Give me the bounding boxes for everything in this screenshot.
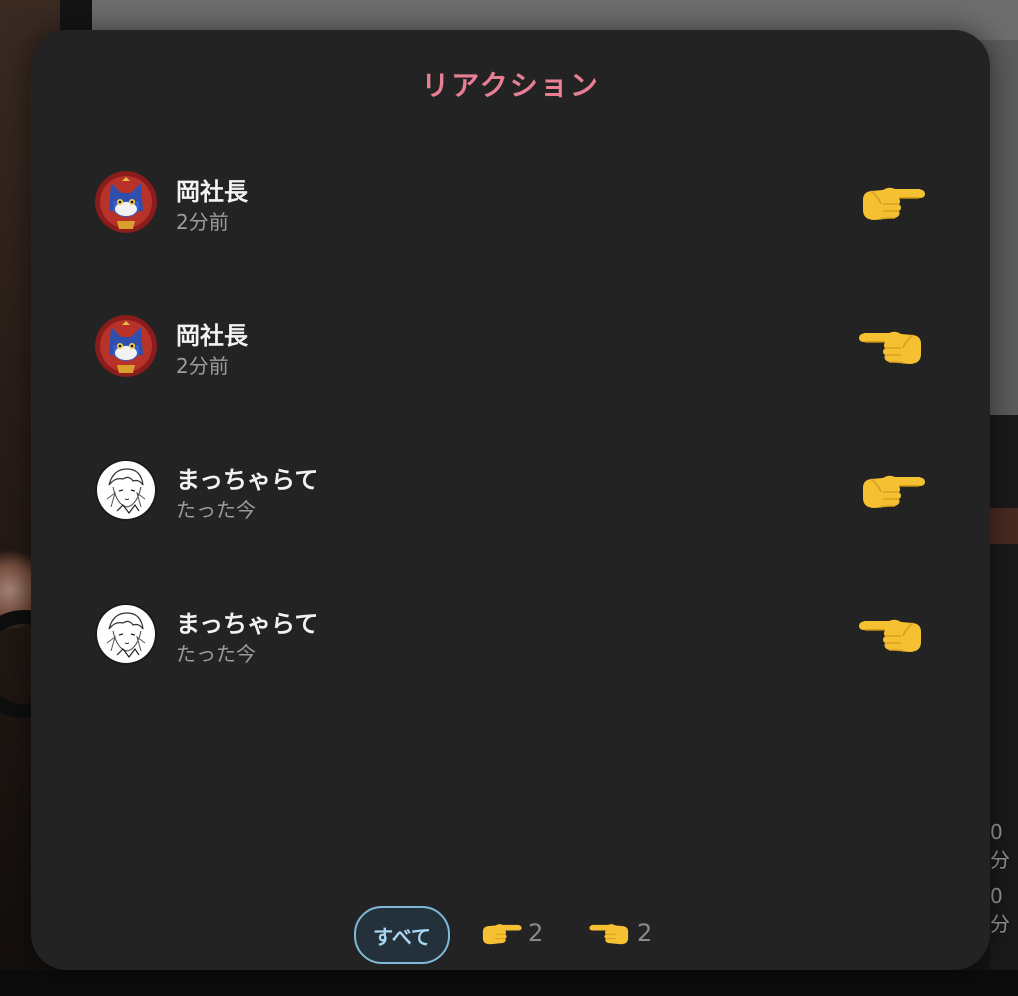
pointing-right-icon — [859, 178, 925, 226]
pointing-left-icon — [859, 610, 925, 658]
reaction-time: 2分前 — [176, 210, 229, 234]
avatar[interactable] — [95, 603, 157, 665]
user-name[interactable]: 岡社長 — [176, 172, 248, 207]
background-right-strip — [990, 508, 1018, 544]
reaction-time: たった今 — [176, 498, 256, 522]
tab-count: 2 — [637, 919, 653, 947]
user-name[interactable]: まっちゃらて — [176, 604, 318, 639]
background-time-text: 0分 — [990, 820, 1010, 872]
pointing-right-icon — [482, 924, 522, 945]
pointing-left-icon — [589, 924, 629, 945]
sketch-avatar-icon — [95, 459, 157, 521]
background-time-text: 0分 — [990, 884, 1010, 936]
sketch-avatar-icon — [95, 603, 157, 665]
avatar[interactable] — [95, 171, 157, 233]
tab-all[interactable]: すべて — [354, 906, 450, 964]
reaction-time: たった今 — [176, 642, 256, 666]
reaction-time: 2分前 — [176, 354, 229, 378]
avatar[interactable] — [95, 459, 157, 521]
cat-avatar-icon — [95, 171, 157, 233]
tab-pointing-left[interactable]: 2 — [589, 918, 652, 948]
tab-pointing-right[interactable]: 2 — [480, 918, 543, 948]
pointing-left-icon — [859, 322, 925, 370]
cat-avatar-icon — [95, 315, 157, 377]
reactions-modal: リアクション 岡社長 2分前 岡社長 2分前 まっちゃらて たった今 まっちゃら… — [31, 30, 990, 970]
user-name[interactable]: 岡社長 — [176, 316, 248, 351]
user-name[interactable]: まっちゃらて — [176, 460, 318, 495]
pointing-right-icon — [859, 466, 925, 514]
reaction-row[interactable]: まっちゃらて たった今 — [95, 458, 925, 524]
modal-title: リアクション — [421, 69, 600, 102]
avatar[interactable] — [95, 315, 157, 377]
reaction-row[interactable]: 岡社長 2分前 — [95, 170, 925, 236]
reaction-row[interactable]: まっちゃらて たった今 — [95, 602, 925, 668]
tab-count: 2 — [528, 919, 544, 947]
reaction-filter-tabs: すべて 2 2 — [31, 906, 990, 964]
reaction-row[interactable]: 岡社長 2分前 — [95, 314, 925, 380]
background-bottom-bar — [0, 970, 1018, 996]
